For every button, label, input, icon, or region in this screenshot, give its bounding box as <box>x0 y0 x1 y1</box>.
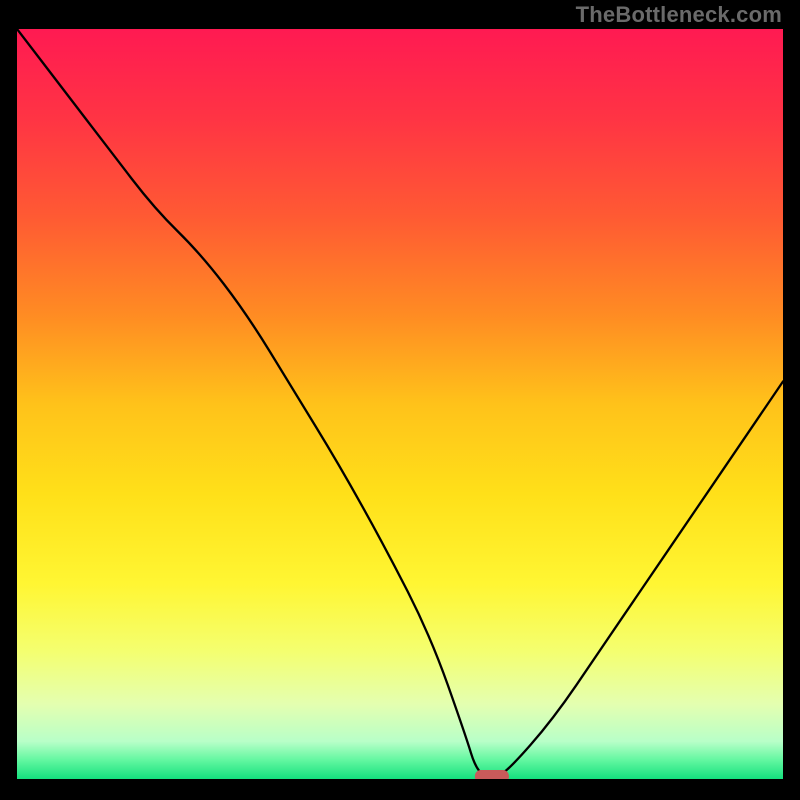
plot-area <box>17 29 783 779</box>
chart-frame: TheBottleneck.com <box>0 0 800 800</box>
optimal-marker <box>475 770 509 779</box>
gradient-background <box>17 29 783 779</box>
chart-svg <box>17 29 783 779</box>
watermark-text: TheBottleneck.com <box>576 2 782 28</box>
